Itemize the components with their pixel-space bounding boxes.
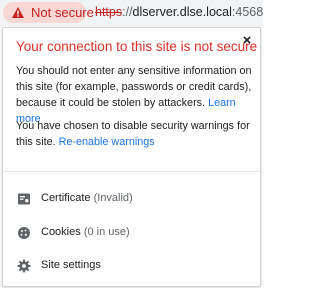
security-chip-label: Not secure xyxy=(31,5,94,20)
page-info-bubble: Your connection to this site is not secu… xyxy=(2,27,261,287)
certificate-status: (Invalid) xyxy=(93,192,133,204)
re-enable-warnings-link[interactable]: Re-enable warnings xyxy=(59,136,155,148)
site-settings-label-text: Site settings xyxy=(41,259,101,271)
security-chip[interactable]: Not secure xyxy=(3,2,94,23)
cookie-icon xyxy=(18,227,30,239)
certificate-icon xyxy=(18,193,30,205)
close-button[interactable]: × xyxy=(239,31,255,49)
divider xyxy=(3,171,260,172)
warning-icon xyxy=(12,7,24,18)
cookies-label: Cookies (0 in use) xyxy=(41,226,130,238)
url-host: dlserver.dlse.local xyxy=(132,5,232,19)
url-separator: :// xyxy=(122,5,133,19)
certificate-label: Certificate (Invalid) xyxy=(41,192,133,204)
site-settings-label: Site settings xyxy=(41,259,101,271)
url-text[interactable]: https://dlserver.dlse.local:4568 xyxy=(95,5,263,19)
certificate-row[interactable]: Certificate (Invalid) xyxy=(3,185,260,213)
bubble-title: Your connection to this site is not secu… xyxy=(16,39,258,54)
url-port: :4568 xyxy=(231,5,264,19)
disabled-warnings-paragraph: You have chosen to disable security warn… xyxy=(16,118,254,150)
site-settings-row[interactable]: Site settings xyxy=(3,252,260,280)
cookies-label-text: Cookies xyxy=(41,226,81,238)
certificate-label-text: Certificate xyxy=(41,192,91,204)
omnibox: Not secure https://dlserver.dlse.local:4… xyxy=(0,0,263,26)
close-icon: × xyxy=(242,31,252,49)
gear-icon xyxy=(17,259,31,273)
cookies-count: (0 in use) xyxy=(83,226,130,238)
cookies-row[interactable]: Cookies (0 in use) xyxy=(3,219,260,247)
url-scheme: https xyxy=(95,5,123,19)
